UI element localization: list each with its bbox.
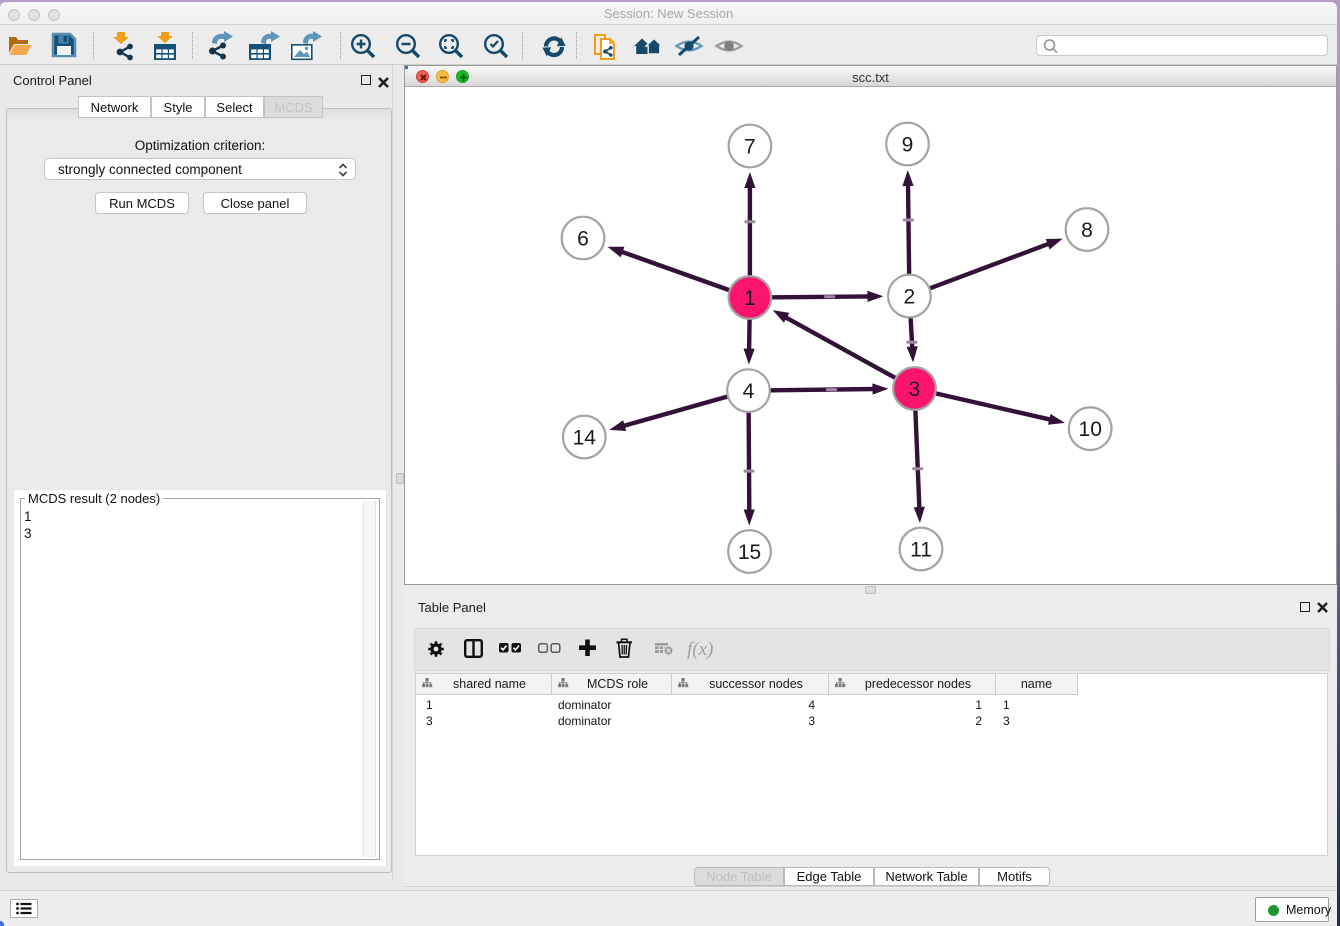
svg-text:f(x): f(x): [687, 639, 713, 660]
svg-text:11: 11: [910, 539, 932, 562]
svg-text:4: 4: [743, 380, 755, 403]
svg-text:14: 14: [573, 427, 597, 450]
svg-text:3: 3: [909, 378, 921, 401]
svg-text:8: 8: [1081, 219, 1093, 242]
svg-text:9: 9: [902, 134, 914, 157]
svg-text:1: 1: [744, 287, 756, 310]
svg-text:15: 15: [738, 541, 761, 564]
svg-text:6: 6: [577, 228, 589, 251]
svg-text:10: 10: [1079, 418, 1102, 441]
svg-text:7: 7: [744, 136, 756, 159]
svg-text:2: 2: [904, 286, 916, 309]
